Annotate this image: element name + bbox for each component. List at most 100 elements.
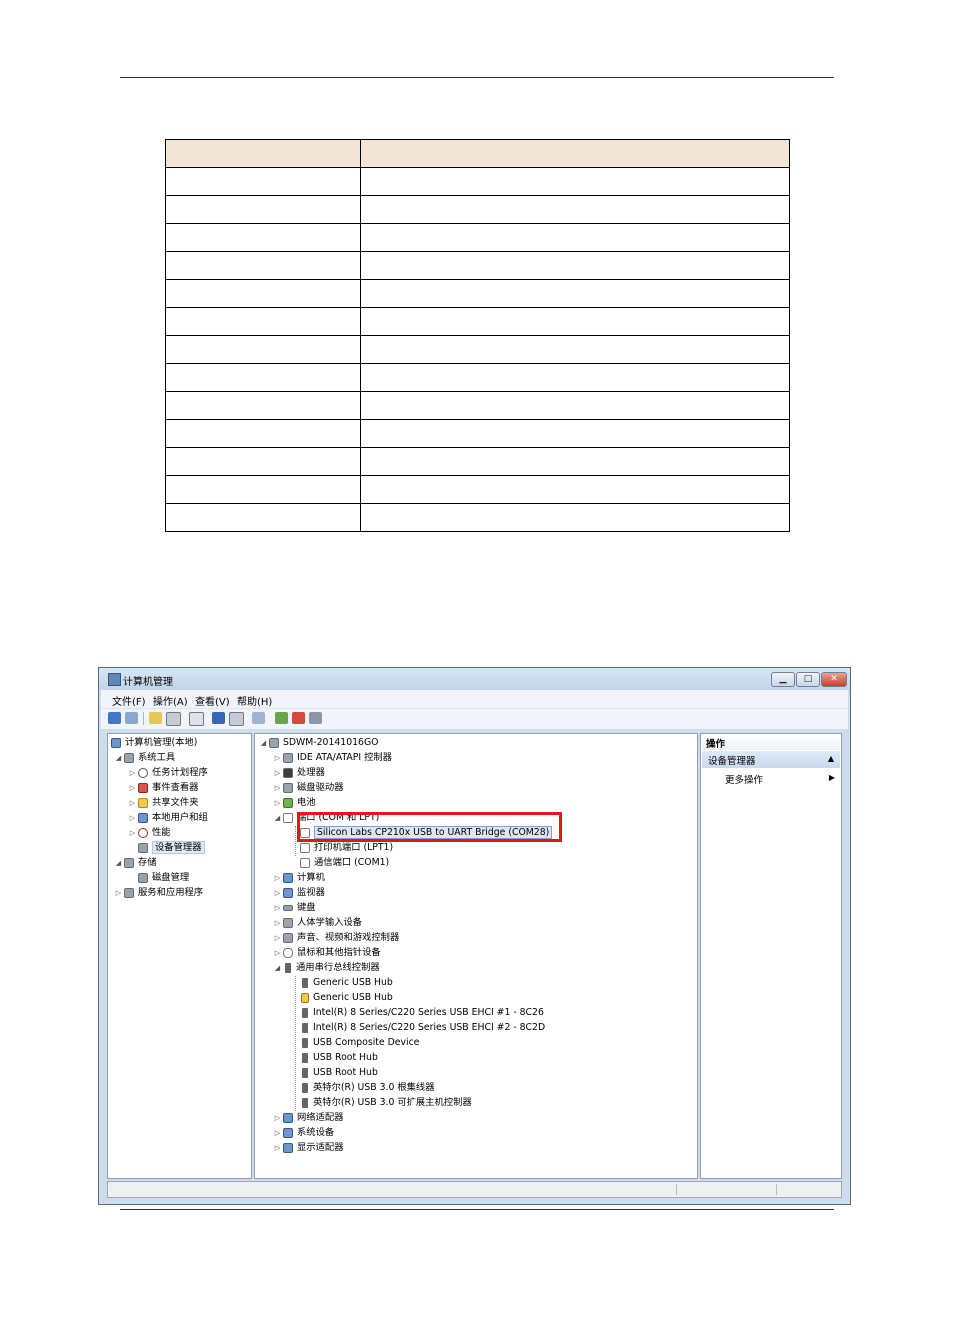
usb-icon: [302, 1083, 308, 1093]
usb-device[interactable]: USB Root Hub: [299, 1051, 378, 1065]
device-comm-port[interactable]: 通信端口 (COM1): [299, 856, 389, 870]
back-arrow-icon[interactable]: [108, 712, 121, 724]
expanded-arrow-icon[interactable]: ◢: [114, 751, 123, 765]
menu-view[interactable]: 查看(V): [195, 693, 230, 708]
device-category-monitors[interactable]: ▷ 监视器: [273, 886, 325, 900]
expanded-arrow-icon[interactable]: ◢: [114, 856, 123, 870]
device-category-disk-drives[interactable]: ▷ 磁盘驱动器: [273, 781, 344, 795]
tree-item-services-apps[interactable]: ▷ 服务和应用程序: [114, 886, 203, 900]
collapsed-arrow-icon[interactable]: ▷: [128, 811, 137, 825]
collapsed-arrow-icon[interactable]: ▷: [273, 886, 282, 900]
collapsed-arrow-icon[interactable]: ▷: [273, 931, 282, 945]
collapsed-arrow-icon[interactable]: ▷: [273, 901, 282, 915]
collapsed-arrow-icon[interactable]: ▷: [273, 916, 282, 930]
menu-help[interactable]: 帮助(H): [237, 693, 272, 708]
collapsed-arrow-icon[interactable]: ▷: [273, 871, 282, 885]
table-row: [165, 307, 790, 336]
table-cell: [165, 503, 361, 532]
device-category-battery[interactable]: ▷ 电池: [273, 796, 316, 810]
collapsed-arrow-icon[interactable]: ▷: [114, 886, 123, 900]
device-tree-root[interactable]: ◢ SDWM-20141016GO: [259, 736, 378, 750]
device-category-usb-controllers[interactable]: ◢ 通用串行总线控制器: [273, 961, 380, 975]
usb-device[interactable]: Intel(R) 8 Series/C220 Series USB EHCI #…: [299, 1021, 545, 1035]
collapsed-arrow-icon[interactable]: ▷: [273, 766, 282, 780]
tree-item-disk-management[interactable]: 磁盘管理: [137, 871, 189, 885]
tree-item-performance[interactable]: ▷ 性能: [128, 826, 171, 840]
device-category-ide[interactable]: ▷ IDE ATA/ATAPI 控制器: [273, 751, 392, 765]
monitor-icon: [283, 888, 293, 898]
tree-item-root[interactable]: 计算机管理(本地): [110, 736, 197, 750]
tree-connector: [295, 826, 296, 856]
table-row: [165, 139, 790, 168]
update-driver-icon[interactable]: [275, 712, 288, 724]
collapsed-arrow-icon[interactable]: ▷: [128, 796, 137, 810]
table-cell: [165, 195, 361, 224]
tree-item-system-tools[interactable]: ◢ 系统工具: [114, 751, 175, 765]
usb-device[interactable]: USB Root Hub: [299, 1066, 378, 1080]
menu-action[interactable]: 操作(A): [153, 693, 188, 708]
more-actions-item[interactable]: 更多操作: [725, 772, 763, 786]
menu-file[interactable]: 文件(F): [112, 693, 146, 708]
tree-item-event-viewer[interactable]: ▷ 事件查看器: [128, 781, 199, 795]
tree-item-shared-folders[interactable]: ▷ 共享文件夹: [128, 796, 199, 810]
collapsed-arrow-icon[interactable]: ▷: [273, 1111, 282, 1125]
tree-item-storage[interactable]: ◢ 存储: [114, 856, 157, 870]
uninstall-icon[interactable]: [292, 712, 305, 724]
table-cell: [360, 195, 790, 224]
title-bar[interactable]: 计算机管理 ▁ □ ✕: [99, 668, 850, 690]
collapsed-arrow-icon[interactable]: ▷: [273, 781, 282, 795]
close-button[interactable]: ✕: [821, 672, 847, 687]
device-category-hid[interactable]: ▷ 人体学输入设备: [273, 916, 362, 930]
submenu-arrow-icon[interactable]: ▶: [829, 773, 835, 782]
actions-pane: 操作 设备管理器 ▲ 更多操作 ▶: [700, 733, 842, 1179]
device-category-mice[interactable]: ▷ 鼠标和其他指针设备: [273, 946, 381, 960]
collapsed-arrow-icon[interactable]: ▷: [273, 796, 282, 810]
collapsed-arrow-icon[interactable]: ▷: [273, 946, 282, 960]
usb-device[interactable]: USB Composite Device: [299, 1036, 419, 1050]
device-category-computer[interactable]: ▷ 计算机: [273, 871, 325, 885]
tree-item-device-manager[interactable]: 设备管理器: [137, 841, 205, 855]
collapsed-arrow-icon[interactable]: ▷: [273, 1141, 282, 1155]
expanded-arrow-icon[interactable]: ◢: [259, 736, 268, 750]
tools-icon: [124, 753, 134, 763]
show-pane-icon[interactable]: [229, 712, 244, 726]
device-category-display[interactable]: ▷ 显示适配器: [273, 1141, 344, 1155]
device-category-sound[interactable]: ▷ 声音、视频和游戏控制器: [273, 931, 399, 945]
ide-controller-icon: [283, 753, 293, 763]
tree-item-local-users[interactable]: ▷ 本地用户和组: [128, 811, 208, 825]
expanded-arrow-icon[interactable]: ◢: [273, 961, 282, 975]
device-category-network[interactable]: ▷ 网络适配器: [273, 1111, 344, 1125]
minimize-button[interactable]: ▁: [771, 672, 795, 687]
collapsed-arrow-icon[interactable]: ▷: [128, 826, 137, 840]
properties-icon[interactable]: [189, 712, 204, 726]
usb-device[interactable]: Generic USB Hub: [299, 976, 393, 990]
computer-management-window: 计算机管理 ▁ □ ✕ 文件(F) 操作(A) 查看(V) 帮助(H) 计算机管…: [98, 667, 851, 1205]
collapse-up-icon[interactable]: ▲: [828, 754, 834, 763]
collapsed-arrow-icon[interactable]: ▷: [128, 766, 137, 780]
usb-device[interactable]: 英特尔(R) USB 3.0 可扩展主机控制器: [299, 1096, 472, 1110]
scan-hardware-icon[interactable]: [252, 712, 265, 724]
device-category-system-devices[interactable]: ▷ 系统设备: [273, 1126, 334, 1140]
usb-device[interactable]: 英特尔(R) USB 3.0 根集线器: [299, 1081, 435, 1095]
device-category-keyboards[interactable]: ▷ 键盘: [273, 901, 316, 915]
tree-item-task-scheduler[interactable]: ▷ 任务计划程序: [128, 766, 208, 780]
table-row: [165, 419, 790, 448]
device-printer-port[interactable]: 打印机端口 (LPT1): [299, 841, 393, 855]
disable-icon[interactable]: [309, 712, 322, 724]
device-category-processor[interactable]: ▷ 处理器: [273, 766, 325, 780]
collapsed-arrow-icon[interactable]: ▷: [273, 751, 282, 765]
tree-connector: [295, 976, 296, 1111]
help-icon[interactable]: [212, 712, 225, 724]
usb-device[interactable]: Generic USB Hub: [299, 991, 393, 1005]
show-hide-tree-icon[interactable]: [166, 712, 181, 726]
actions-group-device-manager[interactable]: 设备管理器 ▲: [702, 751, 840, 768]
computer-management-icon: [111, 738, 121, 748]
collapsed-arrow-icon[interactable]: ▷: [273, 1126, 282, 1140]
forward-arrow-icon[interactable]: [125, 712, 138, 724]
usb-device[interactable]: Intel(R) 8 Series/C220 Series USB EHCI #…: [299, 1006, 544, 1020]
collapsed-arrow-icon[interactable]: ▷: [128, 781, 137, 795]
computer-icon: [269, 738, 279, 748]
expanded-arrow-icon[interactable]: ◢: [273, 811, 282, 825]
up-folder-icon[interactable]: [149, 712, 162, 724]
maximize-button[interactable]: □: [796, 672, 820, 687]
